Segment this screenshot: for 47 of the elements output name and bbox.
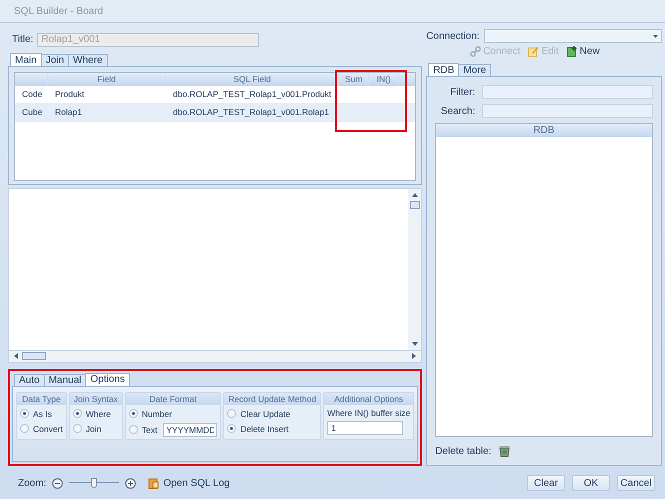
- tab[interactable]: Manual: [44, 374, 86, 386]
- zoom-label: Zoom:: [18, 478, 46, 488]
- table-cell-text: Produkt: [54, 88, 86, 102]
- column-header[interactable]: IN(): [369, 73, 400, 86]
- table-cell-text: Rolap1: [54, 106, 83, 120]
- radio-option[interactable]: Join: [72, 422, 102, 435]
- open-sql-log-link[interactable]: Open SQL Log: [148, 478, 230, 488]
- tab[interactable]: RDB: [428, 63, 460, 76]
- group-title: Join Syntax: [70, 392, 122, 405]
- action-button[interactable]: New: [566, 46, 600, 56]
- column-header[interactable]: RDB: [436, 124, 652, 137]
- dialog-button[interactable]: OK: [572, 475, 610, 491]
- radio-option[interactable]: Number: [128, 408, 172, 420]
- radio-option[interactable]: Text: [128, 424, 158, 436]
- search-label: Search:: [440, 106, 476, 116]
- tab[interactable]: Join: [40, 54, 70, 66]
- delete-table-label: Delete table:: [435, 446, 492, 456]
- radio-option[interactable]: Clear Update: [227, 408, 290, 420]
- title-label: Title:: [12, 34, 34, 46]
- group-title: Additional Options: [324, 392, 414, 405]
- row-type-cell-text: Code: [21, 88, 44, 102]
- buffer-size-field[interactable]: 1: [327, 420, 404, 435]
- tab[interactable]: Where: [68, 54, 108, 66]
- column-header[interactable]: Sum: [339, 73, 370, 86]
- table-cell-text: dbo.ROLAP_TEST_Rolap1_v001.Produkt: [172, 88, 332, 102]
- group-title: Date Format: [126, 392, 220, 405]
- dialog-button[interactable]: Cancel: [617, 475, 655, 491]
- table-cell-text: dbo.ROLAP_TEST_Rolap1_v001.Rolap1: [172, 106, 330, 120]
- dialog-button[interactable]: Clear: [527, 475, 565, 491]
- tab[interactable]: Options: [85, 372, 130, 386]
- tab[interactable]: Main: [10, 53, 42, 66]
- connection-label: Connection:: [426, 30, 480, 42]
- row-type-cell-text: Cube: [21, 106, 44, 120]
- tab[interactable]: More: [458, 64, 492, 76]
- radio-option[interactable]: As Is: [20, 408, 52, 420]
- group-title: Record Update Method: [224, 392, 320, 405]
- group-title: Data Type: [17, 392, 66, 405]
- radio-option[interactable]: Convert: [20, 422, 63, 435]
- buffer-size-label: Where IN() buffer size: [327, 408, 410, 418]
- filter-label: Filter:: [449, 86, 476, 98]
- radio-option[interactable]: Where: [72, 408, 111, 420]
- radio-option[interactable]: Delete Insert: [227, 422, 289, 435]
- window-title: SQL Builder - Board: [14, 6, 104, 16]
- tab[interactable]: Auto: [14, 374, 45, 386]
- column-header[interactable]: Field: [48, 73, 166, 86]
- column-header[interactable]: SQL Field: [166, 73, 340, 86]
- grid-row[interactable]: Cube Rolap1 dbo.ROLAP_TEST_Rolap1_v001.Rolap1: [15, 104, 416, 122]
